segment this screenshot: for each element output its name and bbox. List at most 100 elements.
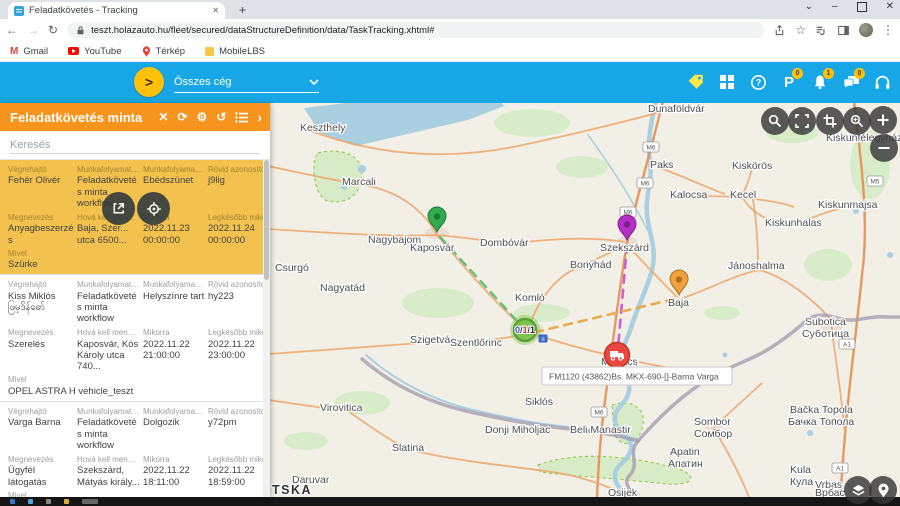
map-crop-button[interactable]	[816, 107, 844, 135]
road-badge: M6	[591, 407, 607, 417]
vehicle-marker[interactable]	[605, 343, 630, 368]
bookmark-gmail[interactable]: M Gmail	[10, 46, 48, 57]
field-label: Legkésőbb mikor...	[208, 213, 270, 223]
task-card[interactable]: VégrehajtóVarga BarnaMunkafolyamat d...F…	[0, 402, 270, 497]
taskbar-icon[interactable]	[10, 499, 15, 504]
map-zoom-out-button[interactable]	[870, 134, 898, 162]
task-card[interactable]: VégrehajtóKiss Miklósဖြမ့ဒိန်ဓော်Munkafo…	[0, 275, 270, 402]
road-badge: M6	[643, 142, 659, 152]
map-city-label: Kiskörös	[732, 160, 772, 172]
bookmark-mobilelbs[interactable]: MobileLBS	[205, 46, 265, 57]
scrollbar-thumb[interactable]	[264, 160, 269, 280]
modules-grid-icon[interactable]	[717, 72, 737, 92]
svg-text:M5: M5	[870, 179, 879, 186]
map-city-label: Donji Miholjac	[485, 424, 550, 436]
map-search-button[interactable]	[761, 107, 789, 135]
app-header: > Összes cég ? P 0 1	[0, 62, 900, 103]
map-city-label: Kula	[790, 464, 811, 476]
svg-text:M6: M6	[640, 181, 649, 188]
bookmark-star-icon[interactable]: ☆	[795, 24, 806, 36]
field-value: hy223	[208, 291, 270, 302]
task-card[interactable]: VégrehajtóFehér OlivérMunkafolyamat d...…	[0, 160, 270, 275]
bookmark-youtube[interactable]: YouTube	[68, 46, 121, 57]
os-taskbar[interactable]	[0, 497, 900, 506]
maximize-button[interactable]	[857, 2, 867, 12]
map-city-label: Szekszárd	[600, 242, 649, 254]
svg-text:M6: M6	[646, 145, 655, 152]
settings-gear-icon[interactable]: ⚙	[197, 111, 208, 123]
tab-search-icon[interactable]: ⌄	[805, 1, 813, 12]
map-city-label: Siklós	[525, 396, 553, 408]
road-badge: A1	[839, 339, 855, 349]
tab-close-icon[interactable]: ✕	[212, 6, 219, 15]
field-value: Szerelés	[8, 339, 74, 350]
field-value: Varga Barna	[8, 417, 74, 428]
close-panel-icon[interactable]: ✕	[158, 111, 168, 123]
task-card-list: VégrehajtóFehér OlivérMunkafolyamat d...…	[0, 160, 270, 497]
field-value: Anyagbeszerzés	[8, 223, 74, 245]
map-city-label: Keszthely	[300, 122, 346, 134]
map-fit-bounds-button[interactable]	[788, 107, 816, 135]
browser-tabstrip: Feladatkövetés - Tracking ✕ + ⌄ – ✕	[0, 0, 900, 19]
svg-text:0/1/1: 0/1/1	[515, 325, 535, 335]
tag-icon[interactable]	[686, 72, 706, 92]
menu-kebab-icon[interactable]: ⋮	[882, 24, 894, 36]
field-value: Ügyfél látogatás	[8, 465, 74, 487]
side-panel-icon[interactable]	[837, 24, 850, 37]
field-label: Munkafolyamat e...	[143, 165, 205, 175]
map-city-label: Суботица	[802, 328, 849, 340]
notifications-bell-icon[interactable]: 1	[810, 72, 830, 92]
chevron-down-icon	[309, 79, 319, 85]
bookmark-maps[interactable]: Térkép	[142, 46, 186, 57]
field-value: 2022.11.22 23:00:00	[208, 339, 270, 361]
field-value: Ebédszünet	[143, 175, 205, 186]
refresh-icon[interactable]: ⟳	[177, 111, 187, 123]
taskbar-icon[interactable]	[46, 499, 51, 504]
list-view-icon[interactable]	[235, 112, 248, 123]
sidebar-scrollbar[interactable]	[263, 160, 270, 497]
taskbar-icon[interactable]	[82, 499, 98, 504]
maps-pin-icon	[142, 46, 151, 57]
forward-icon[interactable]: →	[27, 24, 39, 36]
search-input[interactable]: Keresés	[0, 131, 270, 160]
taskbar-icon[interactable]	[28, 499, 33, 504]
field-value: Helyszínre tart	[143, 291, 205, 302]
map-city-label: Врбас	[815, 487, 845, 497]
reload-icon[interactable]: ↻	[48, 24, 58, 36]
map[interactable]: KeszthelyMarcaliDunaföldvárPaksKiskörösK…	[270, 103, 900, 497]
browser-tab[interactable]: Feladatkövetés - Tracking ✕	[8, 2, 225, 19]
field-value: 2022.11.23 00:00:00	[143, 223, 205, 245]
help-icon[interactable]: ?	[748, 72, 768, 92]
undo-icon[interactable]: ↺	[216, 111, 226, 123]
back-icon[interactable]: ←	[6, 24, 18, 36]
field-value: 2022.11.24 00:00:00	[208, 223, 270, 245]
map-zoom-in-button[interactable]	[869, 106, 897, 134]
minimize-button[interactable]: –	[832, 1, 838, 12]
extensions-icon[interactable]	[815, 24, 828, 37]
map-zoom-area-button[interactable]	[843, 107, 871, 135]
messages-icon[interactable]: 0	[841, 72, 861, 92]
map-city-label: Bačka Topola	[790, 404, 853, 416]
parking-icon[interactable]: P 0	[779, 72, 799, 92]
expand-panel-button[interactable]: >	[134, 67, 164, 97]
profile-avatar[interactable]	[859, 23, 873, 37]
cluster-marker[interactable]: 0/1/1	[510, 315, 540, 345]
share-icon[interactable]	[773, 24, 786, 37]
company-selector[interactable]: Összes cég	[174, 71, 319, 93]
url-bar[interactable]: teszt.holazauto.hu/fleet/secured/dataStr…	[67, 22, 764, 38]
taskbar-icon[interactable]	[64, 499, 69, 504]
close-window-button[interactable]: ✕	[886, 1, 894, 12]
open-in-new-button[interactable]	[102, 192, 135, 225]
tab-title: Feladatkövetés - Tracking	[29, 5, 207, 16]
window-controls: ⌄ – ✕	[805, 1, 894, 12]
task-panel: Feladatkövetés minta ✕ ⟳ ⚙ ↺ › Keresés V…	[0, 103, 270, 497]
map-layers-button[interactable]	[844, 476, 872, 504]
map-location-button[interactable]	[869, 476, 897, 504]
new-tab-button[interactable]: +	[239, 2, 246, 19]
map-city-label: Kiskunhalas	[765, 217, 822, 229]
field-value: Dolgozik	[143, 417, 205, 428]
locate-button[interactable]	[137, 192, 170, 225]
map-city-label: Kalocsa	[670, 189, 708, 201]
collapse-chevron-icon[interactable]: ›	[257, 110, 262, 124]
headset-icon[interactable]	[872, 72, 892, 92]
